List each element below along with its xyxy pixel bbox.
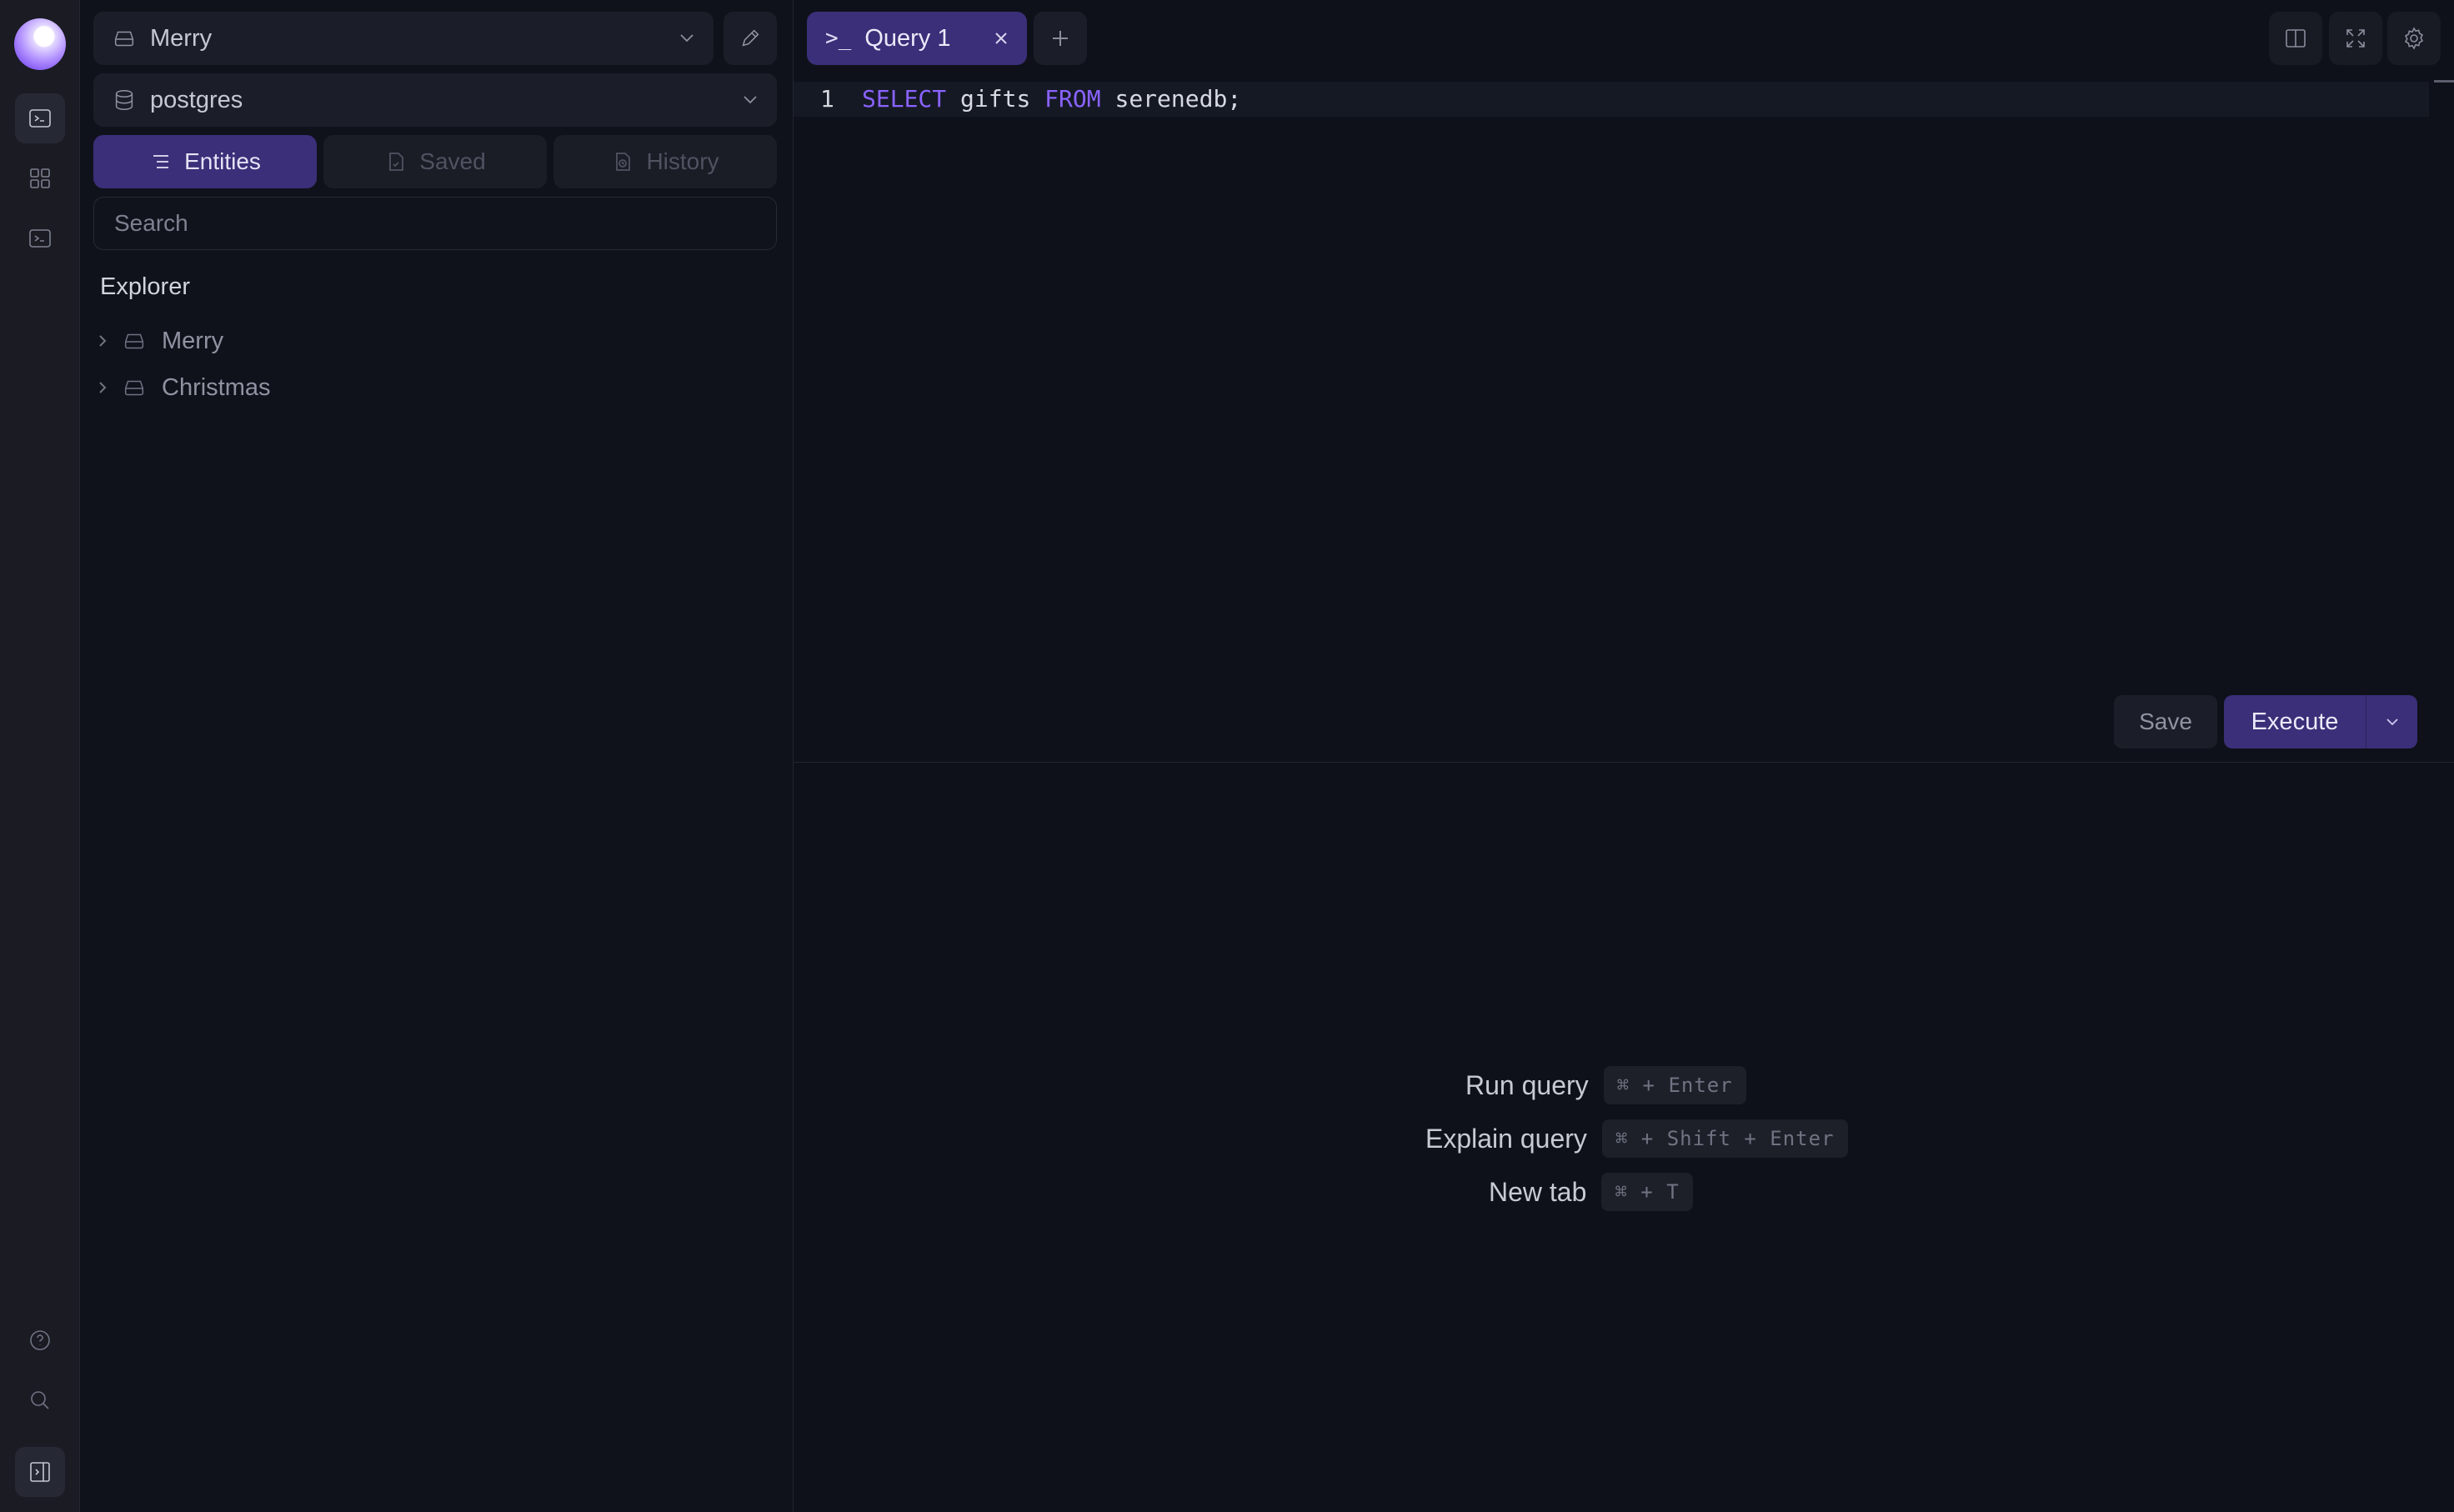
tab-saved[interactable]: Saved [323, 135, 547, 188]
close-icon[interactable] [989, 26, 1014, 51]
database-drive-icon [122, 328, 147, 353]
fullscreen-button[interactable] [2329, 12, 2382, 65]
grid-icon [30, 168, 50, 188]
shortcut-keys: ⌘ + Shift + Enter [1601, 1119, 1848, 1158]
shortcut-label: Run query [1465, 1069, 1589, 1100]
scrollbar-marker[interactable] [2434, 80, 2454, 83]
query-tab[interactable]: >_ Query 1 [807, 12, 1027, 65]
global-search-button[interactable] [15, 1375, 65, 1425]
tree-item-label: Merry [162, 327, 224, 354]
tab-history[interactable]: History [553, 135, 777, 188]
sidebar: Merry postgres Entities Saved History Ex… [80, 0, 794, 1512]
tree-item-christmas[interactable]: Christmas [93, 367, 271, 408]
pencil-icon [742, 29, 759, 47]
prompt-icon: >_ [825, 26, 852, 51]
list-icon [153, 155, 169, 168]
connection-selector[interactable]: Merry [93, 12, 714, 65]
terminal-window-icon [29, 229, 51, 248]
split-view-button[interactable] [2269, 12, 2322, 65]
expand-icon [2346, 29, 2365, 48]
execute-button[interactable]: Execute [2224, 708, 2366, 736]
sql-editor[interactable]: 1 SELECT gifts FROM serenedb; [794, 80, 2454, 762]
chevron-down-icon [2386, 718, 2398, 726]
chevron-down-icon [675, 27, 699, 50]
tree-item-label: Christmas [162, 373, 271, 401]
tab-entities-label: Entities [184, 148, 261, 174]
shortcut-run-query: Run query ⌘ + Enter [1465, 1065, 1746, 1105]
gear-icon [2404, 27, 2424, 50]
keyword-select: SELECT [862, 85, 947, 113]
chevron-right-icon[interactable] [93, 378, 112, 397]
search-icon [31, 1391, 49, 1409]
console-nav-button[interactable] [15, 213, 65, 263]
query-editor-nav-button[interactable] [15, 93, 65, 143]
database-icon [112, 88, 137, 113]
tab-entities[interactable]: Entities [93, 135, 317, 188]
history-icon [616, 153, 631, 171]
app-logo[interactable] [14, 18, 66, 70]
split-panel-icon [2286, 29, 2306, 48]
saved-file-icon [389, 153, 404, 171]
sidebar-panel-icon [30, 1462, 50, 1482]
help-button[interactable] [15, 1315, 65, 1365]
database-selector[interactable]: postgres [93, 73, 777, 127]
code-text: serenedb; [1100, 85, 1242, 113]
shortcut-label: New tab [1489, 1176, 1587, 1207]
tree-item-merry[interactable]: Merry [93, 320, 223, 362]
tab-history-label: History [646, 148, 719, 174]
chevron-down-icon [739, 88, 762, 112]
explorer-title: Explorer [100, 273, 190, 300]
search-input[interactable] [93, 197, 777, 250]
shortcut-label: Explain query [1425, 1123, 1587, 1154]
code-text: gifts [946, 85, 1045, 113]
sidebar-tabs: Entities Saved History [93, 135, 777, 188]
query-tab-label: Query 1 [864, 24, 951, 52]
save-button[interactable]: Save [2114, 695, 2217, 748]
line-number: 1 [820, 85, 834, 113]
toggle-sidebar-button[interactable] [15, 1447, 65, 1497]
execute-options-button[interactable] [2366, 711, 2417, 733]
shortcut-explain-query: Explain query ⌘ + Shift + Enter [1425, 1119, 1848, 1159]
chevron-right-icon[interactable] [93, 332, 112, 350]
terminal-icon [29, 109, 51, 128]
activity-rail [0, 0, 80, 1512]
edit-connection-button[interactable] [724, 12, 777, 65]
settings-button[interactable] [2387, 12, 2441, 65]
keyword-from: FROM [1044, 85, 1101, 113]
database-drive-icon [122, 375, 147, 400]
plus-icon [1053, 31, 1068, 46]
panel-divider[interactable] [794, 762, 2454, 763]
tab-saved-label: Saved [419, 148, 486, 174]
shortcut-keys: ⌘ + Enter [1603, 1066, 1746, 1104]
help-circle-icon [30, 1330, 50, 1350]
new-tab-button[interactable] [1034, 12, 1087, 65]
connection-label: Merry [150, 24, 213, 52]
shortcut-keys: ⌘ + T [1601, 1173, 1693, 1211]
shortcut-new-tab: New tab ⌘ + T [1489, 1172, 1693, 1212]
dashboard-nav-button[interactable] [15, 153, 65, 203]
database-drive-icon [112, 26, 137, 51]
database-label: postgres [150, 86, 243, 113]
code-line[interactable]: SELECT gifts FROM serenedb; [862, 82, 1241, 117]
execute-button-group: Execute [2224, 695, 2417, 748]
